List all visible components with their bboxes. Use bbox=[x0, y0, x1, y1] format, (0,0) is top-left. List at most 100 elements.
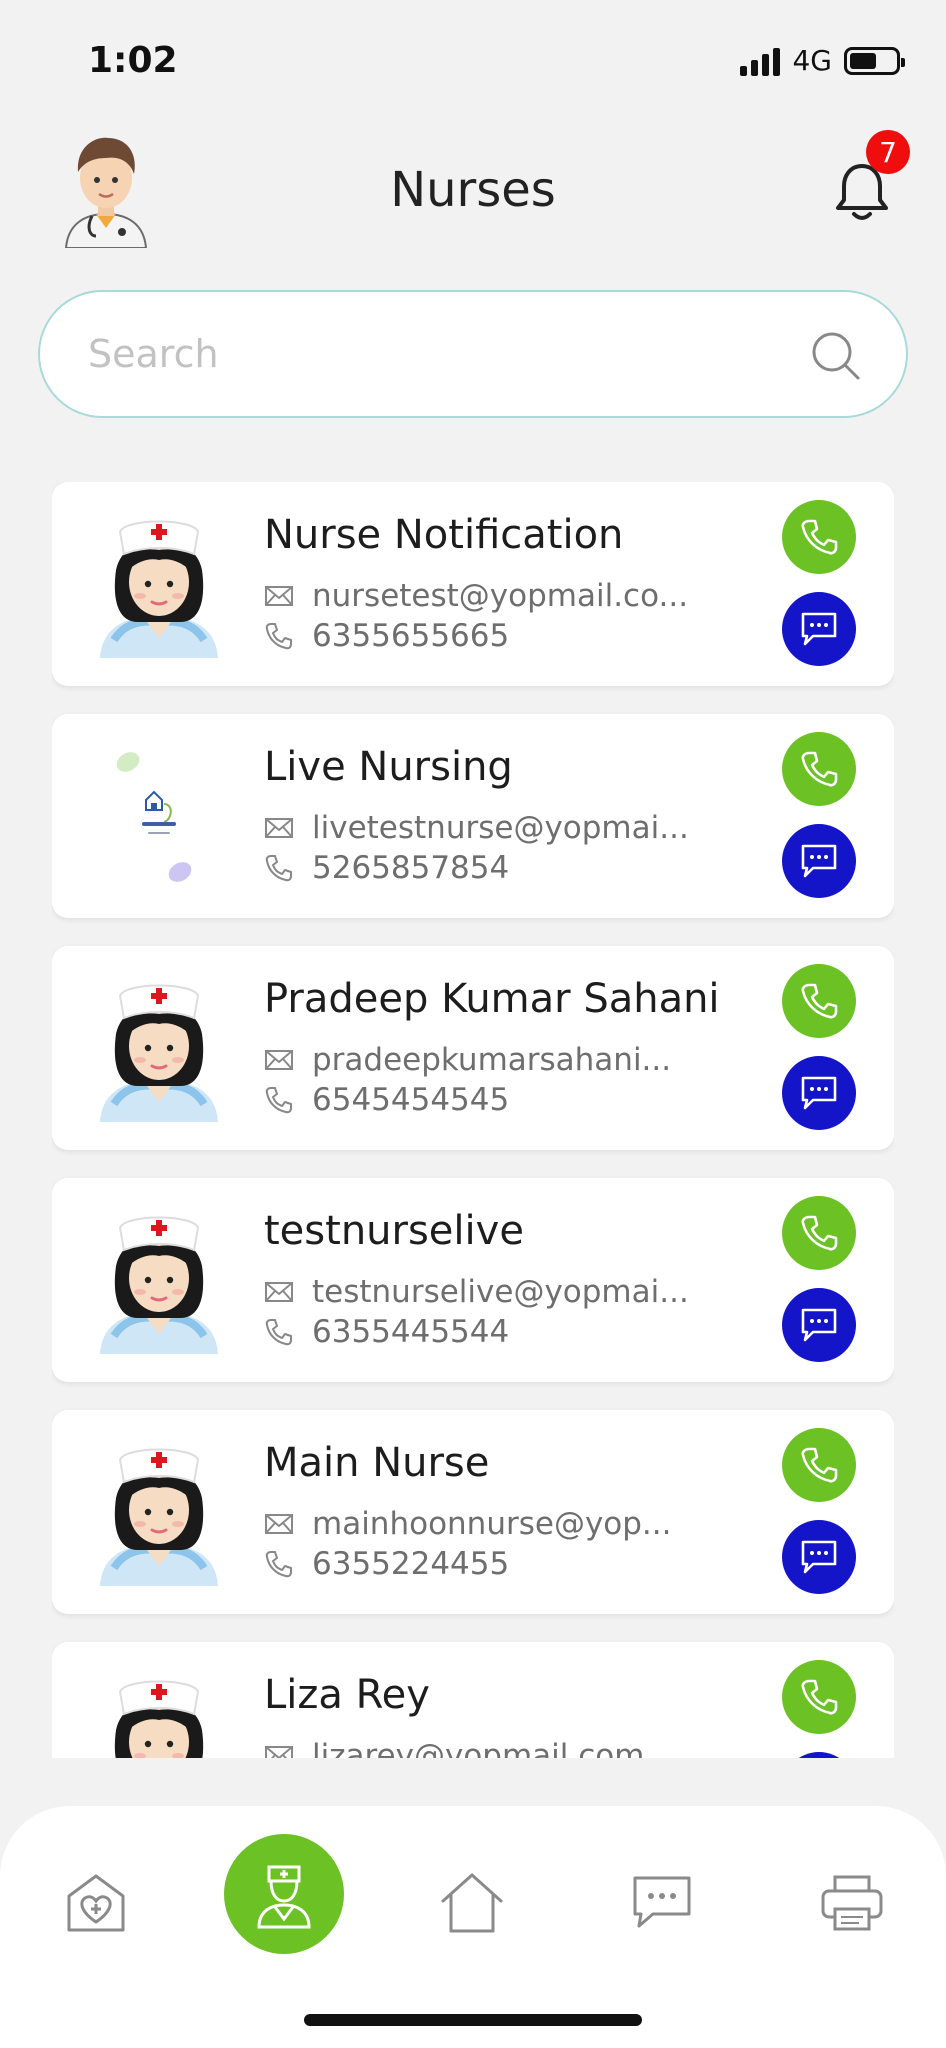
network-label: 4G bbox=[792, 44, 832, 77]
phone-icon bbox=[265, 623, 292, 650]
phone-row: 6545454545 bbox=[264, 1082, 509, 1118]
email-row: nursetest@yopmail.co... bbox=[264, 578, 688, 614]
header: Nurses 7 bbox=[0, 120, 946, 260]
logo-image bbox=[116, 752, 192, 882]
nurse-phone: 6355445544 bbox=[312, 1314, 510, 1350]
nurse-email: mainhoonnurse@yop... bbox=[312, 1506, 672, 1542]
chat-button[interactable] bbox=[782, 1520, 856, 1594]
mail-icon bbox=[265, 586, 293, 606]
email-row: lizarey@yopmail.com bbox=[264, 1738, 644, 1758]
nurse-phone: 5265857854 bbox=[312, 850, 510, 886]
nurse-card[interactable]: Main Nurse mainhoonnurse@yop... 63552244… bbox=[52, 1410, 894, 1614]
home-indicator bbox=[304, 2014, 642, 2026]
email-row: testnurselive@yopmai... bbox=[264, 1274, 689, 1310]
nav-nurses[interactable] bbox=[224, 1834, 344, 1954]
chat-button[interactable] bbox=[782, 1288, 856, 1362]
phone-icon bbox=[801, 1215, 838, 1251]
nurse-name: Liza Rey bbox=[264, 1672, 430, 1718]
message-icon bbox=[801, 1540, 837, 1574]
email-row: pradeepkumarsahani... bbox=[264, 1042, 671, 1078]
nurse-card[interactable]: Nurse Notification nursetest@yopmail.co.… bbox=[52, 482, 894, 686]
nurse-email: livetestnurse@yopmai... bbox=[312, 810, 689, 846]
nurse-avatar bbox=[100, 520, 218, 658]
chat-button[interactable] bbox=[782, 824, 856, 898]
nurse-avatar bbox=[100, 1216, 218, 1354]
nurse-icon bbox=[257, 1865, 311, 1929]
phone-icon bbox=[801, 519, 838, 555]
phone-icon bbox=[265, 855, 292, 882]
nurse-avatar bbox=[100, 1448, 218, 1586]
chat-button[interactable] bbox=[782, 1752, 856, 1758]
nurse-phone: 6545454545 bbox=[312, 1082, 510, 1118]
printer-icon bbox=[821, 1875, 883, 1931]
nav-hospital[interactable] bbox=[56, 1862, 136, 1942]
phone-icon bbox=[801, 1679, 838, 1715]
email-row: mainhoonnurse@yop... bbox=[264, 1506, 672, 1542]
nurse-card[interactable]: Live Nursing livetestnurse@yopmai... 526… bbox=[52, 714, 894, 918]
nurse-card[interactable]: Liza Rey lizarey@yopmail.com bbox=[52, 1642, 894, 1758]
phone-icon bbox=[801, 751, 838, 787]
nurse-phone: 6355655665 bbox=[312, 618, 510, 654]
nurse-email: nursetest@yopmail.co... bbox=[312, 578, 689, 614]
status-indicators: 4G bbox=[740, 44, 905, 77]
phone-row: 6355224455 bbox=[264, 1546, 509, 1582]
hospital-icon bbox=[67, 1874, 125, 1932]
phone-row: 6355655665 bbox=[264, 618, 509, 654]
status-time: 1:02 bbox=[88, 40, 178, 81]
nurse-email: lizarey@yopmail.com bbox=[312, 1738, 645, 1758]
mail-icon bbox=[265, 1282, 293, 1302]
nurse-avatar bbox=[100, 984, 218, 1122]
phone-row: 5265857854 bbox=[264, 850, 509, 886]
nurse-card[interactable]: testnurselive testnurselive@yopmai... 63… bbox=[52, 1178, 894, 1382]
message-icon bbox=[801, 612, 837, 646]
nurse-phone: 6355224455 bbox=[312, 1546, 510, 1582]
chat-icon bbox=[633, 1876, 691, 1928]
mail-icon bbox=[265, 1746, 293, 1758]
nurse-name: Pradeep Kumar Sahani bbox=[264, 976, 720, 1022]
call-button[interactable] bbox=[782, 964, 856, 1038]
message-icon bbox=[801, 844, 837, 878]
call-button[interactable] bbox=[782, 732, 856, 806]
chat-button[interactable] bbox=[782, 1056, 856, 1130]
nurse-card[interactable]: Pradeep Kumar Sahani pradeepkumarsahani.… bbox=[52, 946, 894, 1150]
mail-icon bbox=[265, 1050, 293, 1070]
status-bar: 1:02 4G bbox=[0, 0, 946, 120]
search-input[interactable] bbox=[88, 292, 788, 416]
call-button[interactable] bbox=[782, 1196, 856, 1270]
notification-badge: 7 bbox=[866, 130, 910, 174]
phone-row: 6355445544 bbox=[264, 1314, 509, 1350]
call-button[interactable] bbox=[782, 1428, 856, 1502]
phone-icon bbox=[265, 1087, 292, 1114]
phone-icon bbox=[801, 983, 838, 1019]
page-title: Nurses bbox=[390, 162, 556, 218]
nav-printer[interactable] bbox=[812, 1862, 892, 1942]
nurse-avatar bbox=[114, 1680, 204, 1758]
call-button[interactable] bbox=[782, 1660, 856, 1734]
message-icon bbox=[801, 1076, 837, 1110]
nurse-name: testnurselive bbox=[264, 1208, 524, 1254]
nav-home[interactable] bbox=[432, 1862, 512, 1942]
mail-icon bbox=[265, 1514, 293, 1534]
search-icon[interactable] bbox=[810, 330, 862, 382]
phone-icon bbox=[265, 1551, 292, 1578]
phone-icon bbox=[265, 1319, 292, 1346]
search-bar[interactable] bbox=[38, 290, 908, 418]
message-icon bbox=[801, 1308, 837, 1342]
email-row: livetestnurse@yopmai... bbox=[264, 810, 689, 846]
nurse-email: testnurselive@yopmai... bbox=[312, 1274, 689, 1310]
call-button[interactable] bbox=[782, 500, 856, 574]
notifications-button[interactable]: 7 bbox=[834, 130, 910, 224]
signal-icon bbox=[740, 46, 781, 76]
mail-icon bbox=[265, 818, 293, 838]
nurse-name: Main Nurse bbox=[264, 1440, 490, 1486]
nurse-name: Nurse Notification bbox=[264, 512, 624, 558]
battery-icon bbox=[844, 46, 905, 75]
phone-icon bbox=[801, 1447, 838, 1483]
chat-button[interactable] bbox=[782, 592, 856, 666]
home-icon bbox=[441, 1873, 503, 1933]
bottom-nav bbox=[0, 1806, 946, 2048]
nurse-email: pradeepkumarsahani... bbox=[312, 1042, 672, 1078]
nav-chat[interactable] bbox=[622, 1862, 702, 1942]
nurse-list[interactable]: Nurse Notification nursetest@yopmail.co.… bbox=[52, 482, 894, 1758]
nurse-name: Live Nursing bbox=[264, 744, 513, 790]
